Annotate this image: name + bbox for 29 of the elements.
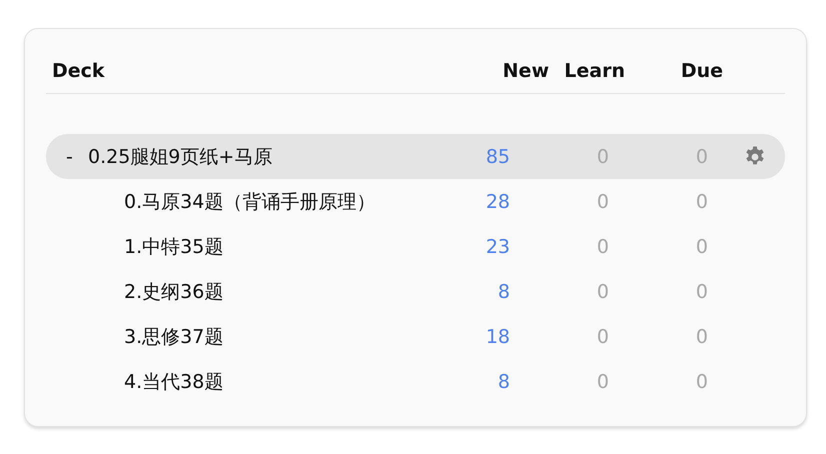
- new-count: 18: [486, 326, 511, 348]
- due-count: 0: [696, 236, 709, 258]
- learn-count: 0: [596, 280, 610, 302]
- deck-name[interactable]: 0.马原34题（背诵手册原理）: [124, 188, 376, 214]
- learn-count: 0: [596, 146, 610, 168]
- learn-column-header: Learn: [564, 60, 625, 82]
- new-count: 28: [486, 190, 511, 212]
- deck-name[interactable]: 4.当代38题: [124, 368, 224, 394]
- new-count: 85: [486, 146, 511, 168]
- collapse-toggle[interactable]: -: [66, 146, 88, 168]
- new-count: 23: [486, 236, 511, 258]
- due-count: 0: [696, 326, 709, 348]
- learn-count: 0: [596, 190, 610, 212]
- learn-count: 0: [596, 236, 610, 258]
- new-count: 8: [498, 370, 511, 392]
- due-count: 0: [696, 370, 709, 392]
- new-column-header: New: [502, 60, 549, 82]
- due-count: 0: [696, 280, 709, 302]
- due-count: 0: [696, 190, 709, 212]
- deck-name[interactable]: 1.中特35题: [124, 234, 224, 260]
- learn-count: 0: [596, 326, 610, 348]
- due-column-header: Due: [680, 60, 723, 82]
- due-count: 0: [696, 146, 709, 168]
- learn-count: 0: [596, 370, 610, 392]
- deck-name[interactable]: 3.思修37题: [124, 324, 224, 350]
- new-count: 8: [498, 280, 511, 302]
- deck-name[interactable]: 2.史纲36题: [124, 278, 224, 304]
- deck-column-header: Deck: [51, 60, 105, 82]
- deck-name[interactable]: 0.25腿姐9页纸+马原: [88, 144, 272, 170]
